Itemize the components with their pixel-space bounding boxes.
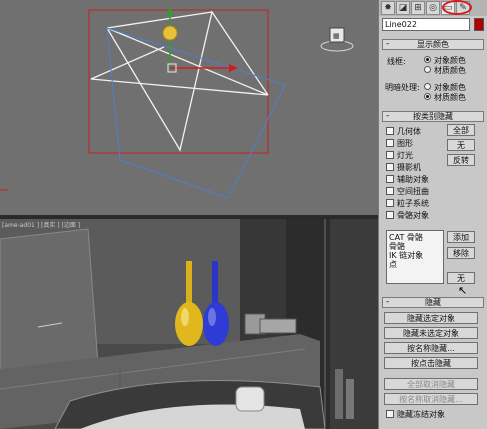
rollout-display-color[interactable]: - 显示颜色 xyxy=(382,39,484,50)
collapse-icon: - xyxy=(386,39,390,49)
category-label: 粒子系统 xyxy=(397,199,429,208)
category-checkbox-geometry[interactable] xyxy=(386,127,394,135)
wireframe-object-color-radio[interactable] xyxy=(424,56,431,63)
remove-button[interactable]: 移除 xyxy=(447,247,475,259)
rollout-title: 隐藏 xyxy=(425,298,441,307)
perspective-viewport[interactable]: [ame-ad01 ] [真实 ] [边面 ] xyxy=(0,219,378,429)
modify-icon: ◪ xyxy=(398,3,408,13)
gizmo-center-icon xyxy=(162,25,178,41)
category-listbox[interactable]: CAT 骨骼 骨骼 IK 链对象 点 xyxy=(386,230,444,284)
category-label: 灯光 xyxy=(397,151,413,160)
invert-button[interactable]: 反转 xyxy=(447,154,475,166)
wireframe-material-color-label: 材质颜色 xyxy=(434,66,466,75)
create-icon: ✸ xyxy=(384,3,392,13)
category-checkbox-shapes[interactable] xyxy=(386,139,394,147)
hide-by-hit-button[interactable]: 按点击隐藏 xyxy=(384,357,478,369)
rollout-title: 显示颜色 xyxy=(417,40,449,49)
shaded-material-color-radio[interactable] xyxy=(424,93,431,100)
category-checkbox-lights[interactable] xyxy=(386,151,394,159)
category-label: 图形 xyxy=(397,139,413,148)
camera-frustum-lines xyxy=(90,27,269,96)
object-name-field[interactable]: Line022 xyxy=(382,18,470,31)
hierarchy-tab[interactable]: ⊞ xyxy=(411,1,425,15)
category-checkbox-bone-objects[interactable] xyxy=(386,211,394,219)
category-checkbox-space-warps[interactable] xyxy=(386,187,394,195)
rollout-title: 按类别隐藏 xyxy=(413,112,453,121)
list-item[interactable]: IK 链对象 xyxy=(389,251,441,260)
list-item[interactable]: CAT 骨骼 xyxy=(389,233,441,242)
list-item[interactable]: 点 xyxy=(389,260,441,269)
perspective-scene xyxy=(0,219,378,429)
unhide-all-button[interactable]: 全部取消隐藏 xyxy=(384,378,478,390)
category-checkbox-helpers[interactable] xyxy=(386,175,394,183)
rollout-hide[interactable]: - 隐藏 xyxy=(382,297,484,308)
hide-selected-button[interactable]: 隐藏选定对象 xyxy=(384,312,478,324)
category-label: 骨骼对象 xyxy=(397,211,429,220)
camera-frustum-edges xyxy=(106,10,269,152)
modify-tab[interactable]: ◪ xyxy=(396,1,410,15)
hide-frozen-checkbox[interactable] xyxy=(386,410,394,418)
object-color-swatch[interactable] xyxy=(474,18,484,31)
category-label: 空间扭曲 xyxy=(397,187,429,196)
category-label: 辅助对象 xyxy=(397,175,429,184)
hide-by-name-button[interactable]: 按名称隐藏... xyxy=(384,342,478,354)
category-checkbox-cameras[interactable] xyxy=(386,163,394,171)
selected-line-shape xyxy=(106,27,286,199)
svg-text:▦: ▦ xyxy=(333,32,340,40)
category-checkbox-particle-systems[interactable] xyxy=(386,199,394,207)
motion-tab[interactable]: ◎ xyxy=(426,1,440,15)
list-none-button[interactable]: 无 xyxy=(447,272,475,284)
category-label: 摄影机 xyxy=(397,163,421,172)
collapse-icon: - xyxy=(386,297,390,307)
highlight-annotation xyxy=(442,0,472,15)
wireframe-material-color-radio[interactable] xyxy=(424,66,431,73)
unhide-by-name-button[interactable]: 按名称取消隐藏... xyxy=(384,393,478,405)
rollout-hide-by-category[interactable]: - 按类别隐藏 xyxy=(382,111,484,122)
collapse-icon: - xyxy=(386,111,390,121)
category-label: 几何体 xyxy=(397,127,421,136)
list-item[interactable]: 骨骼 xyxy=(389,242,441,251)
create-tab[interactable]: ✸ xyxy=(381,1,395,15)
shaded-material-color-label: 材质颜色 xyxy=(434,93,466,102)
mouse-cursor-icon: ↖ xyxy=(458,284,468,297)
top-viewport[interactable]: ▦ xyxy=(0,0,378,215)
hide-unselected-button[interactable]: 隐藏未选定对象 xyxy=(384,327,478,339)
add-button[interactable]: 添加 xyxy=(447,231,475,243)
viewcube-icon: ▦ xyxy=(320,27,354,52)
shaded-label: 明暗处理: xyxy=(385,83,420,92)
wireframe-label: 线框: xyxy=(387,57,406,66)
none-button[interactable]: 无 xyxy=(447,139,475,151)
hide-frozen-label: 隐藏冻结对象 xyxy=(397,410,445,419)
top-viewport-canvas: ▦ xyxy=(0,6,354,199)
hierarchy-icon: ⊞ xyxy=(414,3,422,13)
motion-icon: ◎ xyxy=(429,3,437,13)
all-button[interactable]: 全部 xyxy=(447,124,475,136)
shaded-object-color-radio[interactable] xyxy=(424,83,431,90)
viewport-label[interactable]: [ame-ad01 ] [真实 ] [边面 ] xyxy=(2,220,80,229)
